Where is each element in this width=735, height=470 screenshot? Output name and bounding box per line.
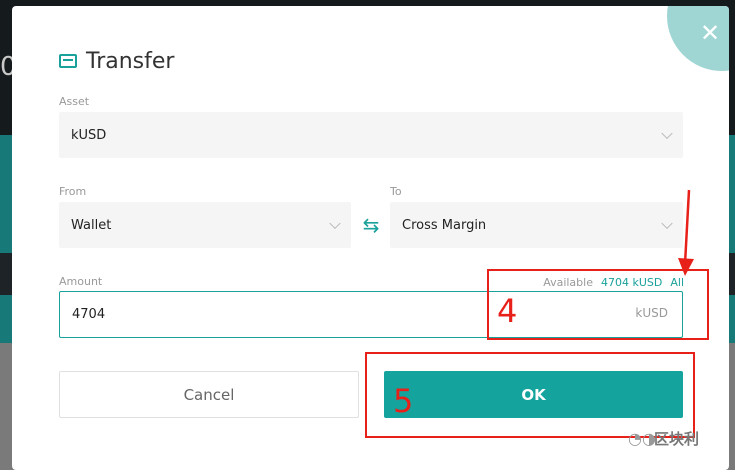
- asset-value: kUSD: [71, 127, 107, 143]
- annotation-arrow: [678, 189, 694, 276]
- watermark-text: 区块利: [654, 430, 700, 448]
- from-select[interactable]: Wallet: [59, 202, 351, 248]
- swap-arrows-icon[interactable]: ⇆: [360, 214, 382, 236]
- amount-input[interactable]: [72, 292, 522, 337]
- asset-select[interactable]: kUSD: [59, 112, 683, 158]
- close-icon[interactable]: ✕: [699, 21, 721, 45]
- wechat-icon: ◔◑: [628, 428, 656, 448]
- to-label: To: [390, 185, 402, 198]
- chevron-down-icon: [661, 217, 673, 230]
- annotation-box-step-4: [487, 269, 709, 340]
- amount-label: Amount: [59, 275, 103, 288]
- from-label: From: [59, 185, 87, 198]
- dialog-title-row: Transfer: [59, 48, 174, 74]
- annotation-box-step-5: [365, 352, 695, 438]
- dialog-title: Transfer: [86, 48, 175, 74]
- chevron-down-icon: [661, 127, 673, 140]
- annotation-number-5: 5: [393, 382, 414, 420]
- to-value: Cross Margin: [402, 217, 487, 233]
- transfer-card-icon: [59, 54, 77, 68]
- to-select[interactable]: Cross Margin: [390, 202, 683, 248]
- asset-label: Asset: [59, 95, 90, 108]
- from-value: Wallet: [71, 217, 112, 233]
- cancel-button[interactable]: Cancel: [59, 371, 359, 418]
- chevron-down-icon: [329, 217, 341, 230]
- annotation-number-4: 4: [497, 292, 518, 330]
- watermark: ◔◑ 区块利: [628, 428, 699, 449]
